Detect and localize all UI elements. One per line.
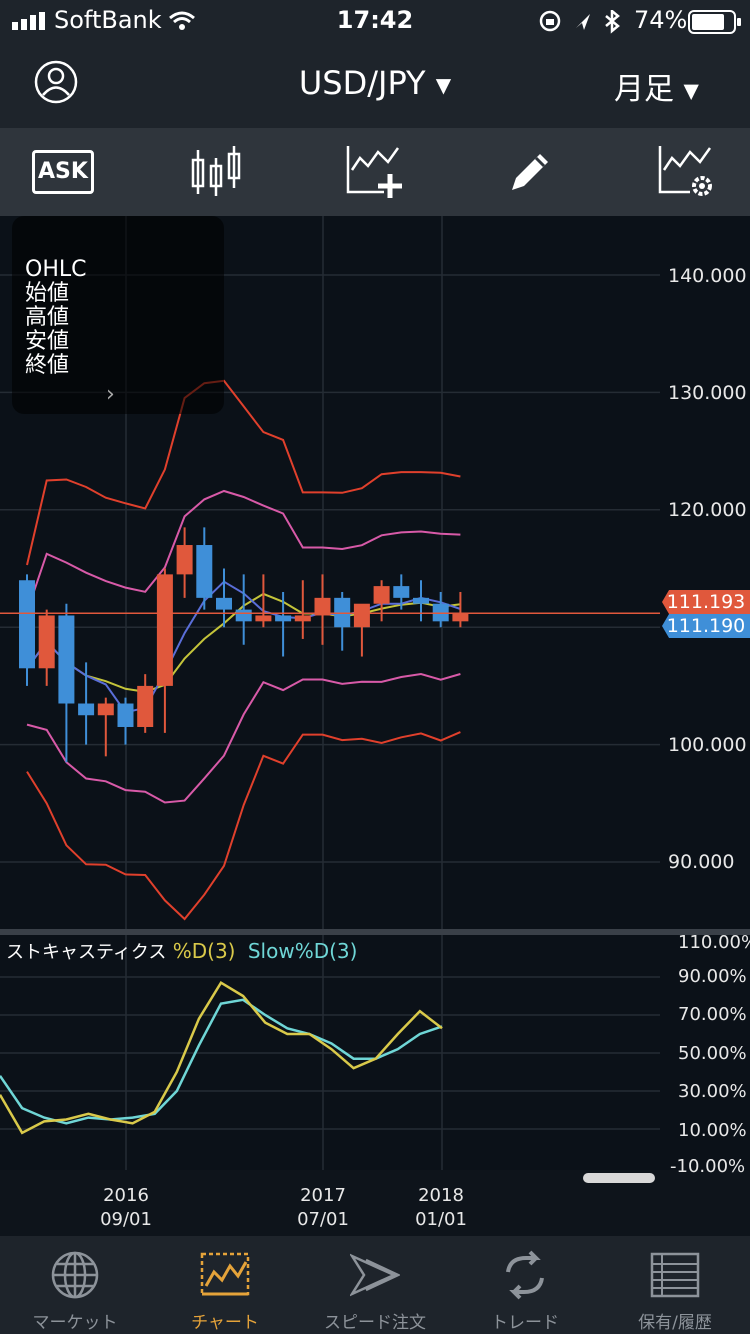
candle-body [78,703,95,716]
x-tick-year: 2017 [300,1185,346,1206]
ohlc-open-label: 始値 [25,281,70,306]
tab-history[interactable]: 保有/履歴 [600,1236,750,1334]
candle-body [373,586,390,604]
stochastics-legend: ストキャスティクス %D(3) Slow%D(3) [6,938,357,964]
ohlc-high-label: 高値 [25,305,70,330]
candlestick-type-icon[interactable] [190,144,242,200]
tab-label: 保有/履歴 [638,1313,712,1333]
ohlc-close-label: 終値 [25,353,70,378]
tab-label: チャート [191,1313,259,1333]
x-tick-date: 07/01 [297,1209,349,1230]
x-tick-label: 2016 09/01 [86,1184,166,1232]
battery-percent: 74% [634,6,688,34]
y-tick-label: 90.000 [668,851,735,873]
stoch-tick-label: 70.00% [678,1004,747,1025]
ohlc-info-panel[interactable]: OHLC 始値 高値 安値 終値 › [12,216,224,414]
tab-label: マーケット [32,1313,118,1333]
stochastics-title: ストキャスティクス [6,942,167,963]
indicator-settings-icon[interactable] [656,144,716,202]
candle-body [137,685,154,727]
chart-scroll-handle[interactable] [583,1173,655,1183]
stoch-tick-label: 30.00% [678,1081,747,1102]
tab-label: スピード注文 [324,1313,426,1333]
tab-chart[interactable]: チャート [150,1236,300,1334]
candle-body [196,545,213,598]
y-tick-label: 120.000 [668,499,747,521]
history-icon [650,1252,700,1298]
candle-body [19,580,35,669]
trade-icon [506,1250,544,1300]
ohlc-title: OHLC [25,257,87,282]
system-status-icons [539,10,620,34]
x-tick-year: 2018 [418,1185,464,1206]
speed-order-icon [350,1253,400,1297]
x-tick-date: 09/01 [100,1209,152,1230]
series-d-label: %D(3) [172,939,236,963]
candle-body [235,609,252,622]
period-label: 月足 [614,72,674,107]
drawing-tool-icon[interactable] [506,148,554,196]
stoch-slow-line [0,998,443,1125]
time-axis[interactable]: 2016 09/01 2017 07/01 2018 01/01 [0,1170,660,1236]
candle-body [117,703,134,727]
candle-body [452,613,469,622]
candle-body [275,615,292,622]
tab-market[interactable]: マーケット [0,1236,150,1334]
chevron-down-icon: ▼ [435,73,452,97]
candle-body [58,615,75,704]
bollinger-lower-3 [26,731,461,921]
chevron-down-icon: ▼ [683,78,699,103]
candle-body [176,545,193,575]
add-indicator-icon[interactable] [344,144,404,200]
stoch-tick-label: 10.00% [678,1120,747,1141]
period-selector[interactable]: 月足 ▼ [614,64,699,108]
x-tick-date: 01/01 [415,1209,467,1230]
chart-toolbar: ASK [0,128,750,216]
chevron-right-icon[interactable]: › [106,382,115,407]
app-header: USD/JPY ▼ 月足 ▼ [0,42,750,128]
ask-price-tag: 111.193 [662,590,750,614]
tab-speed-order[interactable]: スピード注文 [300,1236,450,1334]
currency-pair-label: USD/JPY [298,64,426,102]
ask-bid-toggle-button[interactable]: ASK [32,150,94,194]
candle-body [38,615,55,669]
candle-body [353,603,370,628]
battery-icon [688,10,741,34]
chart-icon [200,1252,250,1296]
stoch-tick-label: 110.00% [678,932,750,953]
status-bar: SoftBank 17:42 74% [0,0,750,42]
candle-body [294,615,311,622]
candle-body [97,703,114,716]
ohlc-low-label: 安値 [25,329,70,354]
x-tick-label: 2018 01/01 [401,1184,481,1232]
series-slow-label: Slow%D(3) [247,939,358,963]
stochastics-chart [0,935,660,1170]
x-tick-year: 2016 [103,1185,149,1206]
x-tick-label: 2017 07/01 [283,1184,363,1232]
candle-body [393,586,410,598]
bottom-tab-bar: マーケット チャート スピード注文 トレード 保有/履歴 [0,1236,750,1334]
candle-body [255,615,272,622]
stoch-tick-label: 50.00% [678,1043,747,1064]
stoch-tick-label: 90.00% [678,966,747,987]
candle-body [216,597,232,610]
globe-icon [51,1251,99,1299]
stoch-tick-label: -10.00% [670,1156,746,1177]
tab-label: トレード [491,1313,559,1333]
tab-trade[interactable]: トレード [450,1236,600,1334]
y-tick-label: 130.000 [668,382,747,404]
bid-price-tag: 111.190 [662,614,750,638]
candle-body [156,574,173,686]
stochastics-panel[interactable] [0,935,750,1170]
candle-body [413,597,429,604]
y-tick-label: 100.000 [668,734,747,756]
y-tick-label: 140.000 [668,265,747,287]
